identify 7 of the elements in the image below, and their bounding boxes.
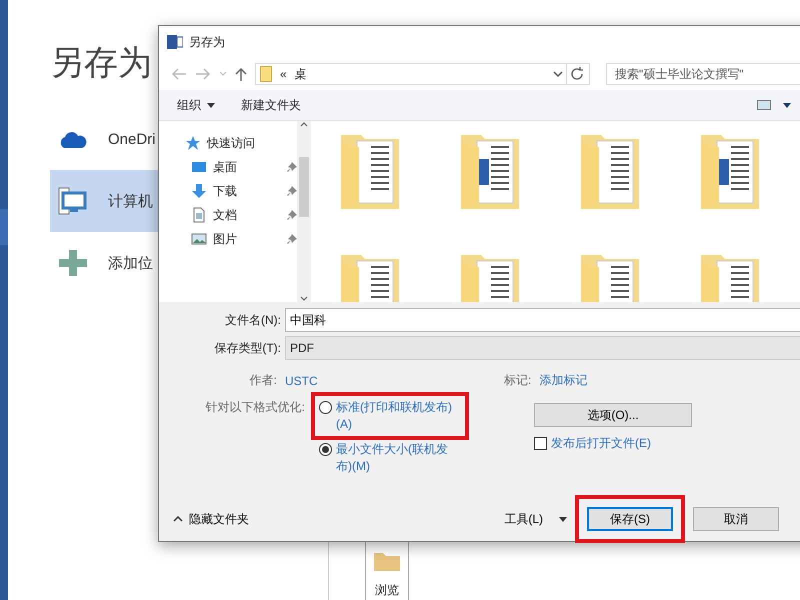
optimize-label: 针对以下格式优化: <box>204 399 305 416</box>
tags-label: 标记: <box>504 372 532 389</box>
dialog-title: 另存为 <box>189 34 225 50</box>
page-title: 另存为 <box>50 43 152 84</box>
save-type-label: 保存类型(T): <box>213 340 282 356</box>
author-label: 作者: <box>248 372 277 389</box>
file-name-label: 文件名(N): <box>224 312 282 328</box>
